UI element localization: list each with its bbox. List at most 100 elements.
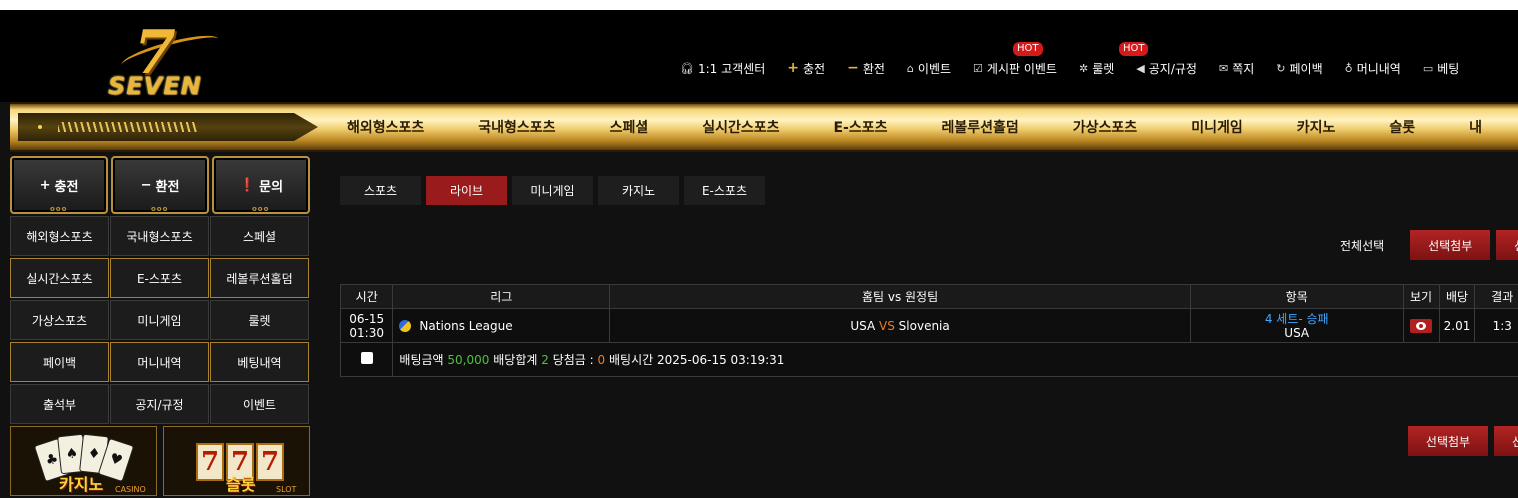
main-nav-item[interactable]: 카지노 (1270, 117, 1363, 137)
topnav-item-1[interactable]: + 충전 (787, 60, 825, 77)
table-header-row: 시간 리그 홈팀 vs 원정팀 항목 보기 배당 결과 (339, 284, 1518, 309)
ticket-icon: ▭ (1422, 61, 1434, 75)
amount-value: 50,000 (447, 353, 490, 367)
topnav-item-3[interactable]: ⌂ 이벤트 (907, 60, 951, 77)
logo-text: SEVEN (108, 72, 202, 100)
topnav-item-0[interactable]: 🎧︎ 1:1 고객센터 (680, 60, 765, 77)
sidebar-item[interactable]: 스페셜 (210, 216, 309, 256)
main-nav-item[interactable]: 가상스포츠 (1046, 117, 1164, 137)
sidebar-item[interactable]: 미니게임 (110, 300, 209, 340)
sidebar-top-button-0[interactable]: + 충전 (10, 156, 108, 214)
amount-label: 배팅금액 (399, 353, 444, 367)
minus-icon: − (847, 60, 859, 76)
topnav-item-7[interactable]: ✉ 쪽지 (1219, 60, 1254, 77)
topnav-label: 1:1 고객센터 (697, 61, 766, 76)
decoration-stripes (58, 122, 198, 132)
bet-tabs: 스포츠 라이브 미니게임 카지노 E-스포츠 (340, 176, 1518, 205)
select-checkbox[interactable] (360, 352, 373, 364)
win-value: 0 (597, 353, 606, 367)
decoration-dot (38, 125, 42, 129)
col-view: 보기 (1402, 284, 1440, 309)
main-nav-item[interactable]: 내 (1442, 117, 1509, 137)
casino-banner-sub: CASINO (115, 485, 146, 494)
sidebar-item[interactable]: 실시간스포츠 (10, 258, 109, 298)
action-row-bottom: 선택첨부 선 (1408, 426, 1518, 456)
market-name: 4 세트- 승패 (1264, 311, 1329, 326)
nav-decoration (18, 113, 318, 141)
tab-1[interactable]: 라이브 (426, 176, 507, 205)
main-nav-item[interactable]: 레볼루션홀덤 (915, 117, 1046, 137)
main-nav-item[interactable]: E-스포츠 (806, 117, 914, 137)
slot-banner[interactable]: 7 7 7 슬롯 SLOT (163, 426, 310, 496)
main-nav-item[interactable]: 슬롯 (1362, 117, 1442, 137)
topnav-item-5[interactable]: ✲ 룰렛 HOT (1078, 41, 1149, 77)
match-time-cell: 06-15 01:30 (339, 308, 394, 343)
topnav-item-9[interactable]: ♁ 머니내역 (1345, 60, 1401, 77)
league-name: Nations League (419, 318, 513, 333)
tab-4[interactable]: E-스포츠 (684, 176, 765, 205)
slot-banner-sub: SLOT (276, 485, 297, 494)
cut-button-bottom[interactable]: 선 (1494, 426, 1518, 456)
sidebar-item[interactable]: E-스포츠 (110, 258, 209, 298)
topnav-label: 이벤트 (917, 61, 952, 76)
select-all-link[interactable]: 전체선택 (1340, 237, 1384, 254)
topnav-item-8[interactable]: ↻ 페이백 (1276, 60, 1322, 77)
mail-icon: ✉ (1218, 61, 1229, 75)
seven-logo[interactable]: 7 SEVEN (100, 18, 230, 100)
topnav-item-6[interactable]: ◀ 공지/규정 (1136, 60, 1197, 77)
main-nav-item[interactable]: 해외형스포츠 (320, 117, 451, 137)
col-match: 홈팀 vs 원정팀 (609, 284, 1191, 309)
attach-selected-button-bottom[interactable]: 선택첨부 (1408, 426, 1488, 456)
vs-label: VS (879, 318, 895, 333)
main-nav-item[interactable]: 실시간스포츠 (675, 117, 806, 137)
topnav-label: 충전 (803, 61, 826, 76)
sidebar-item[interactable]: 이벤트 (210, 384, 309, 424)
sidebar-item[interactable]: 가상스포츠 (10, 300, 109, 340)
cut-button[interactable]: 선 (1496, 230, 1518, 260)
slot-banner-label: 슬롯 (226, 475, 256, 494)
casino-banner-label: 카지노 (59, 475, 104, 494)
match-date: 06-15 (349, 311, 385, 326)
market-cell: 4 세트- 승패 USA (1189, 308, 1404, 343)
sidebar-item[interactable]: 페이백 (10, 342, 109, 382)
tab-3[interactable]: 카지노 (598, 176, 679, 205)
volleyball-icon (399, 320, 412, 332)
col-result: 결과 (1474, 284, 1518, 309)
main-nav-item[interactable]: 국내형스포츠 (451, 117, 582, 137)
topnav-item-2[interactable]: − 환전 (847, 60, 885, 77)
minus-icon: − (140, 177, 152, 193)
sidebar-item[interactable]: 해외형스포츠 (10, 216, 109, 256)
sidebar-item[interactable]: 머니내역 (110, 342, 209, 382)
slot-reel: 7 (196, 443, 224, 481)
sidebar-top-button-1[interactable]: − 환전 (111, 156, 209, 214)
main-nav-item[interactable]: 스페셜 (583, 117, 676, 137)
sidebar-item[interactable]: 공지/규정 (110, 384, 209, 424)
tab-0[interactable]: 스포츠 (340, 176, 421, 205)
eye-icon[interactable] (1410, 318, 1433, 333)
megaphone-icon: ◀ (1136, 61, 1145, 75)
headset-icon: 🎧︎ (680, 61, 694, 75)
casino-banner[interactable]: ♣ ♠ ♦ ♥ 카지노 CASINO (10, 426, 157, 496)
topnav-label: 환전 (862, 61, 885, 76)
alert-icon: ❗ (238, 177, 256, 193)
gift-icon: ⌂ (906, 61, 914, 75)
topnav-item-4[interactable]: ☑ 게시판 이벤트 HOT (973, 41, 1057, 77)
sidebar-item[interactable]: 국내형스포츠 (110, 216, 209, 256)
main-nav-items: 해외형스포츠 국내형스포츠 스페셜 실시간스포츠 E-스포츠 레볼루션홀덤 가상스포츠 미니게… (320, 104, 1509, 150)
sidebar-top-button-2[interactable]: ❗ 문의 (212, 156, 310, 214)
sidebar: +충전−환전❗문의 해외형스포츠국내형스포츠스페셜실시간스포츠E-스포츠레볼루션… (10, 156, 310, 496)
sidebar-top-button-label: 충전 (54, 179, 79, 195)
attach-selected-button[interactable]: 선택첨부 (1410, 230, 1491, 260)
sidebar-item[interactable]: 베팅내역 (210, 342, 309, 382)
topnav-item-10[interactable]: ▭ 베팅 (1423, 60, 1460, 77)
sidebar-item[interactable]: 출석부 (10, 384, 109, 424)
sidebar-item[interactable]: 룰렛 (210, 300, 309, 340)
top-strip (0, 0, 1518, 10)
topnav-label: 공지/규정 (1148, 61, 1197, 76)
sidebar-item[interactable]: 레볼루션홀덤 (210, 258, 309, 298)
main-nav-item[interactable]: 미니게임 (1164, 117, 1270, 137)
checkbox-icon: ☑ (973, 61, 983, 75)
tab-2[interactable]: 미니게임 (512, 176, 593, 205)
win-label: 당첨금 : (552, 353, 594, 367)
roulette-icon: ✲ (1078, 61, 1089, 75)
